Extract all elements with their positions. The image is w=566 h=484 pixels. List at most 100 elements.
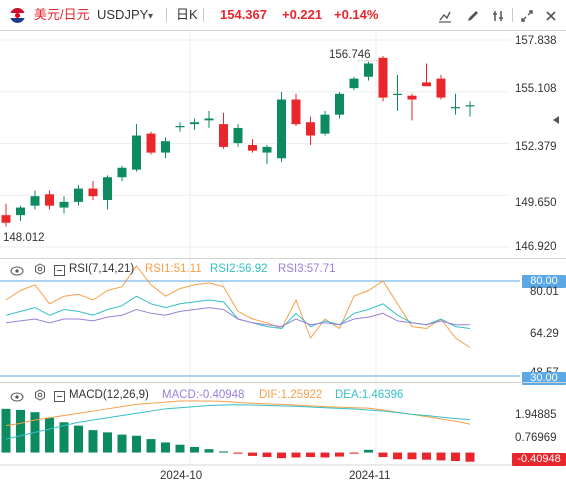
- chart-canvas[interactable]: [0, 0, 566, 484]
- macd-histogram-bar: [378, 452, 388, 458]
- candle-body: [335, 93, 344, 115]
- macd-histogram-bar: [451, 452, 460, 462]
- candle-body: [320, 114, 330, 134]
- candle-body: [291, 99, 301, 125]
- rsi-oversold-label: 30.00: [522, 372, 566, 385]
- macd-title: MACD(12,26,9): [69, 389, 149, 401]
- x-axis-label: 2024-10: [160, 470, 203, 482]
- macd-histogram-bar: [262, 452, 272, 458]
- candle-body: [88, 188, 98, 197]
- candle-body: [74, 188, 83, 202]
- macd-histogram-bar: [291, 452, 301, 458]
- candle-body: [262, 146, 272, 153]
- high-price-label: 156.746: [329, 49, 371, 61]
- candle-body: [349, 78, 359, 89]
- macd-histogram-bar: [407, 452, 417, 460]
- gear-icon[interactable]: [34, 388, 46, 406]
- candle-body: [132, 135, 141, 170]
- macd-y-label: 0.76969: [515, 432, 557, 444]
- macd-histogram-bar: [103, 432, 112, 453]
- candle-body: [248, 144, 257, 151]
- collapse-icon[interactable]: [54, 389, 65, 407]
- macd-histogram-bar: [204, 449, 214, 453]
- macd-histogram-bar: [45, 417, 54, 453]
- crosshair-icon[interactable]: [553, 112, 563, 130]
- rsi3-value: RSI3:57.71: [278, 263, 336, 275]
- candlestick-series: [1, 55, 475, 227]
- candle-body: [277, 99, 286, 159]
- panel-divider: [0, 382, 566, 383]
- macd-histogram-bar: [190, 446, 199, 453]
- candle-body: [378, 57, 388, 98]
- rsi-y-label: 64.29: [530, 328, 559, 340]
- y-tick-label: 146.920: [515, 241, 557, 253]
- y-tick-label: 157.838: [515, 35, 557, 47]
- candle-body: [16, 207, 25, 216]
- y-tick-label: 155.108: [515, 83, 557, 95]
- macd-histogram-bar: [1, 408, 11, 453]
- candle-body: [219, 124, 228, 147]
- macd-histogram-bar: [364, 449, 373, 453]
- macd-histogram-bar: [132, 435, 141, 453]
- candle-body: [306, 122, 315, 136]
- candle-body: [364, 63, 373, 77]
- eye-icon[interactable]: [10, 263, 24, 281]
- macd-histogram-bar: [74, 425, 83, 453]
- macd-histogram-bar: [117, 434, 127, 453]
- rsi1-value: RSI1:51.11: [145, 263, 202, 275]
- candle-body: [407, 95, 417, 100]
- x-axis-label: 2024-11: [349, 470, 391, 482]
- macd-histogram-bar: [277, 452, 286, 459]
- rsi-line-rsi1: [5, 264, 471, 348]
- candle-body: [436, 78, 446, 98]
- macd-histogram-bar: [320, 452, 330, 458]
- macd-histogram-bar: [349, 452, 359, 454]
- macd-histogram-bar: [175, 444, 185, 453]
- macd-value: MACD:-0.40948: [162, 389, 245, 401]
- macd-histogram-bar: [422, 452, 431, 460]
- candle-body: [146, 133, 156, 153]
- macd-y-label: 1.94885: [515, 409, 557, 421]
- panel-divider: [0, 258, 566, 259]
- candle-body: [451, 107, 460, 109]
- candle-body: [190, 122, 199, 125]
- low-price-label: 148.012: [3, 232, 45, 244]
- macd-histogram-bar: [233, 452, 243, 454]
- y-tick-label: 152.379: [515, 141, 557, 153]
- dea-value: DEA:1.46396: [335, 389, 404, 401]
- dif-value: DIF:1.25922: [259, 389, 323, 401]
- candle-body: [59, 201, 69, 208]
- candle-body: [393, 93, 402, 96]
- candle-body: [465, 105, 475, 107]
- macd-histogram-bar: [161, 442, 170, 453]
- y-tick-label: 149.650: [515, 197, 557, 209]
- candle-body: [1, 215, 11, 223]
- rsi-y-label: 80.01: [530, 286, 559, 298]
- macd-histogram-bar: [465, 452, 475, 462]
- eye-icon[interactable]: [10, 389, 24, 407]
- rsi-line-rsi2: [5, 295, 471, 330]
- macd-histogram-bar: [146, 439, 156, 453]
- macd-histogram-bar: [393, 452, 402, 460]
- collapse-icon[interactable]: [54, 263, 65, 281]
- rsi-title: RSI(7,14,21): [69, 263, 135, 275]
- macd-histogram-bar: [248, 452, 257, 456]
- candle-body: [175, 126, 185, 128]
- gear-icon[interactable]: [34, 262, 46, 280]
- macd-histogram-bar: [88, 430, 98, 453]
- candle-body: [233, 127, 243, 144]
- candle-body: [30, 196, 40, 206]
- macd-histogram-bar: [219, 451, 228, 453]
- rsi2-value: RSI2:56.92: [210, 263, 268, 275]
- candle-body: [422, 82, 431, 87]
- macd-histogram-bar: [306, 452, 315, 458]
- macd-histogram-bar: [436, 452, 446, 461]
- macd-histogram-bar: [16, 409, 25, 453]
- macd-current-label: -0.40948: [512, 453, 566, 466]
- macd-series: [1, 400, 475, 462]
- candle-body: [117, 167, 127, 178]
- candle-body: [103, 177, 112, 200]
- candle-body: [161, 141, 170, 153]
- rsi-series: [0, 264, 520, 377]
- candle-body: [45, 194, 54, 206]
